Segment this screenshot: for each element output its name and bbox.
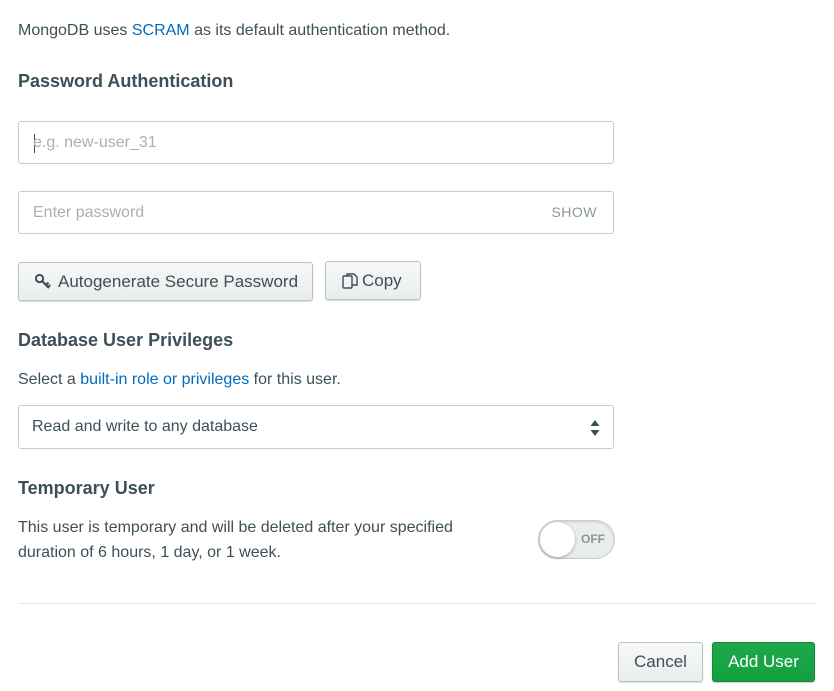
privileges-description: Select a built-in role or privileges for… xyxy=(18,367,341,392)
copy-icon xyxy=(341,272,359,290)
copy-label: Copy xyxy=(362,270,402,290)
intro-prefix: MongoDB uses xyxy=(18,22,132,39)
password-auth-title: Password Authentication xyxy=(18,71,234,91)
temporary-user-title: Temporary User xyxy=(18,478,155,498)
username-input[interactable] xyxy=(33,122,533,163)
copy-password-button[interactable]: Copy xyxy=(325,261,421,300)
footer-divider xyxy=(18,603,815,604)
built-in-role-link[interactable]: built-in role or privileges xyxy=(80,371,249,388)
privileges-selected-value: Read and write to any database xyxy=(32,418,258,435)
privileges-desc-suffix: for this user. xyxy=(249,371,341,388)
temporary-user-toggle[interactable]: OFF xyxy=(538,520,615,559)
privileges-title: Database User Privileges xyxy=(18,330,234,350)
cancel-label: Cancel xyxy=(634,652,687,671)
key-icon xyxy=(34,273,52,291)
toggle-state-label: OFF xyxy=(581,532,605,546)
temporary-desc-line1: This user is temporary and will be delet… xyxy=(18,519,453,536)
password-field[interactable]: SHOW xyxy=(18,191,614,234)
auth-intro-text: MongoDB uses SCRAM as its default authen… xyxy=(18,22,450,40)
autogenerate-password-button[interactable]: Autogenerate Secure Password xyxy=(18,262,313,301)
add-user-label: Add User xyxy=(728,652,799,671)
username-field[interactable] xyxy=(18,121,614,164)
scram-link[interactable]: SCRAM xyxy=(132,22,190,39)
autogenerate-label: Autogenerate Secure Password xyxy=(58,271,299,291)
temporary-desc-line2: duration of 6 hours, 1 day, or 1 week. xyxy=(18,544,281,561)
add-user-form: MongoDB uses SCRAM as its default authen… xyxy=(0,0,834,691)
select-arrows-icon xyxy=(590,419,600,437)
cancel-button[interactable]: Cancel xyxy=(618,642,703,682)
toggle-knob xyxy=(540,522,575,557)
password-input[interactable] xyxy=(33,192,513,233)
add-user-button[interactable]: Add User xyxy=(712,642,815,682)
temporary-user-description: This user is temporary and will be delet… xyxy=(18,515,453,565)
intro-suffix: as its default authentication method. xyxy=(189,22,451,39)
show-password-button[interactable]: SHOW xyxy=(551,204,597,220)
privileges-desc-prefix: Select a xyxy=(18,371,81,388)
privileges-select[interactable]: Read and write to any database xyxy=(18,405,614,449)
